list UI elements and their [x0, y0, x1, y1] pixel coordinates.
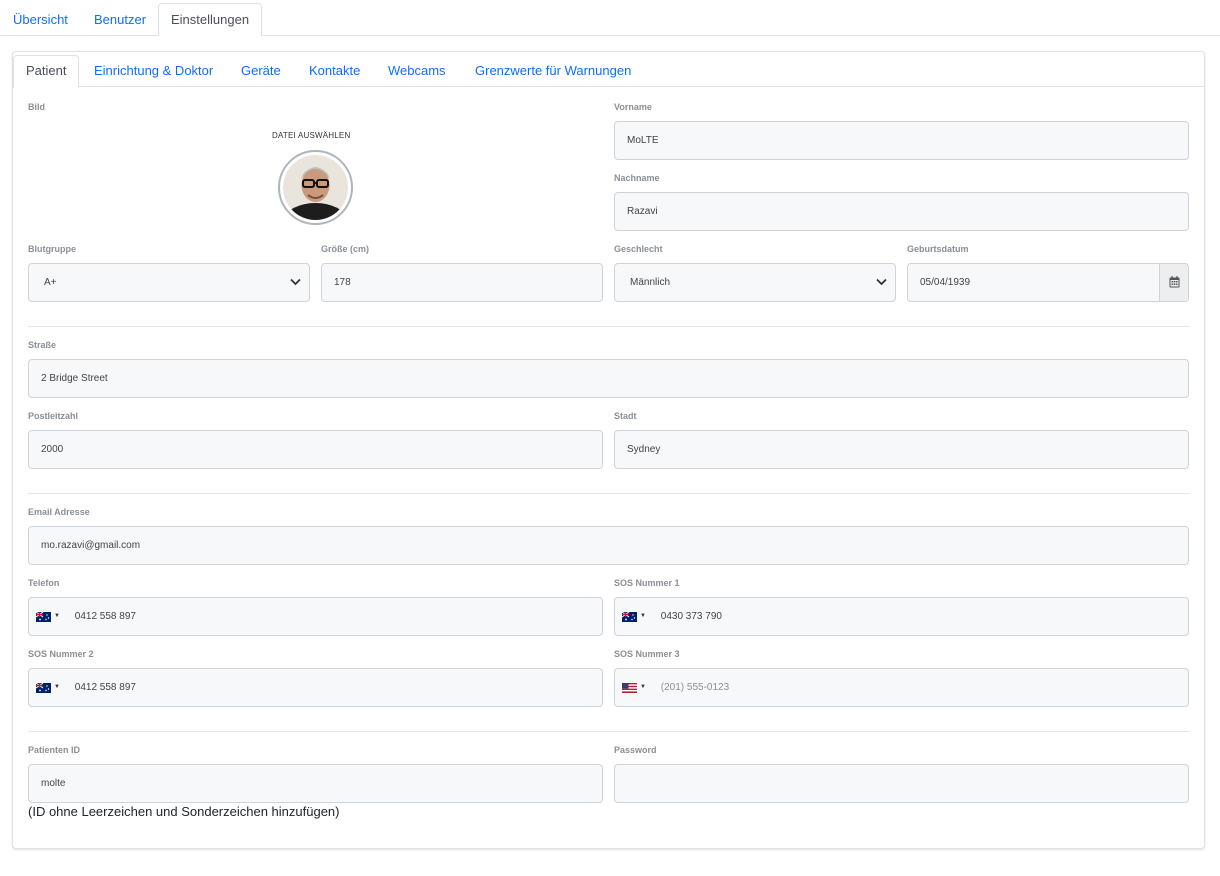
password-label: Password: [614, 745, 657, 755]
postcode-value: 2000: [41, 444, 64, 455]
tab-geraete[interactable]: Geräte: [228, 55, 294, 87]
birthdate-label: Geburtsdatum: [907, 244, 969, 254]
blood-group-label: Blutgruppe: [28, 244, 76, 254]
postcode-label: Postleitzahl: [28, 411, 79, 421]
first-name-input[interactable]: MoLTE: [614, 121, 1189, 160]
chevron-down-icon: ▼: [640, 684, 646, 690]
height-input[interactable]: 178: [321, 263, 603, 302]
email-value: mo.razavi@gmail.com: [41, 540, 141, 551]
city-input[interactable]: Sydney: [614, 430, 1189, 469]
street-label: Straße: [28, 340, 57, 350]
gender-value: Männlich: [630, 277, 671, 288]
phone-label: Telefon: [28, 578, 60, 588]
tab-benutzer[interactable]: Benutzer: [81, 3, 159, 36]
tab-uebersicht[interactable]: Übersicht: [0, 3, 81, 36]
gender-select[interactable]: Männlich: [614, 263, 896, 302]
section-divider: [28, 326, 1189, 327]
image-label: Bild: [28, 102, 45, 112]
patient-id-hint: (ID ohne Leerzeichen und Sonderzeichen h…: [28, 804, 340, 819]
chevron-down-icon: ▼: [54, 613, 60, 619]
upload-file-button[interactable]: DATEI AUSWÄHLEN: [272, 131, 350, 140]
tab-grenzwerte[interactable]: Grenzwerte für Warnungen: [462, 55, 644, 87]
tab-einstellungen[interactable]: Einstellungen: [158, 3, 263, 37]
sos2-label: SOS Nummer 2: [28, 649, 94, 659]
country-selector[interactable]: ▼: [622, 598, 650, 635]
city-label: Stadt: [614, 411, 637, 421]
last-name-value: Razavi: [627, 206, 658, 217]
settings-card: Patient Einrichtung & Doktor Geräte Kont…: [12, 51, 1205, 849]
tab-einrichtung-doktor[interactable]: Einrichtung & Doktor: [81, 55, 226, 87]
birthdate-input[interactable]: 05/04/1939: [907, 263, 1189, 302]
user-photo-icon: [283, 155, 348, 220]
email-input[interactable]: mo.razavi@gmail.com: [28, 526, 1189, 565]
birthdate-value: 05/04/1939: [920, 277, 971, 288]
patient-id-value: molte: [41, 778, 66, 789]
usa-flag-icon: [622, 682, 637, 693]
chevron-down-icon: ▼: [640, 613, 646, 619]
gender-label: Geschlecht: [614, 244, 663, 254]
postcode-input[interactable]: 2000: [28, 430, 603, 469]
australia-flag-icon: [622, 611, 637, 622]
tab-kontakte[interactable]: Kontakte: [296, 55, 373, 87]
tab-webcams[interactable]: Webcams: [375, 55, 459, 87]
last-name-input[interactable]: Razavi: [614, 192, 1189, 231]
street-value: 2 Bridge Street: [41, 373, 108, 384]
sos3-placeholder: (201) 555-0123: [660, 682, 730, 693]
australia-flag-icon: [36, 611, 51, 622]
last-name-label: Nachname: [614, 173, 660, 183]
patient-id-label: Patienten ID: [28, 745, 81, 755]
calendar-icon[interactable]: [1159, 264, 1188, 301]
patient-id-input[interactable]: molte: [28, 764, 603, 803]
blood-group-value: A+: [44, 277, 57, 288]
sos2-value: 0412 558 897: [74, 682, 136, 693]
first-name-value: MoLTE: [627, 135, 659, 146]
height-value: 178: [334, 277, 351, 288]
top-tab-bar: Übersicht Benutzer Einstellungen: [0, 0, 1220, 37]
first-name-label: Vorname: [614, 102, 652, 112]
australia-flag-icon: [36, 682, 51, 693]
sos1-value: 0430 373 790: [660, 611, 722, 622]
street-input[interactable]: 2 Bridge Street: [28, 359, 1189, 398]
sos2-input[interactable]: ▼ 0412 558 897: [28, 668, 603, 707]
sos1-input[interactable]: ▼ 0430 373 790: [614, 597, 1189, 636]
tab-patient[interactable]: Patient: [13, 55, 80, 88]
country-selector[interactable]: ▼: [622, 669, 650, 706]
phone-value: 0412 558 897: [74, 611, 136, 622]
section-divider: [28, 731, 1189, 732]
section-divider: [28, 493, 1189, 494]
password-input[interactable]: [614, 764, 1189, 803]
sos3-input[interactable]: ▼ (201) 555-0123: [614, 668, 1189, 707]
sos3-label: SOS Nummer 3: [614, 649, 680, 659]
chevron-down-icon: [289, 264, 301, 301]
sos1-label: SOS Nummer 1: [614, 578, 680, 588]
phone-input[interactable]: ▼ 0412 558 897: [28, 597, 603, 636]
city-value: Sydney: [627, 444, 661, 455]
chevron-down-icon: [875, 264, 887, 301]
email-label: Email Adresse: [28, 507, 90, 517]
height-label: Größe (cm): [321, 244, 370, 254]
country-selector[interactable]: ▼: [36, 669, 64, 706]
inner-tab-bar: Patient Einrichtung & Doktor Geräte Kont…: [13, 52, 1204, 88]
blood-group-select[interactable]: A+: [28, 263, 310, 302]
avatar[interactable]: [278, 150, 353, 225]
chevron-down-icon: ▼: [54, 684, 60, 690]
country-selector[interactable]: ▼: [36, 598, 64, 635]
